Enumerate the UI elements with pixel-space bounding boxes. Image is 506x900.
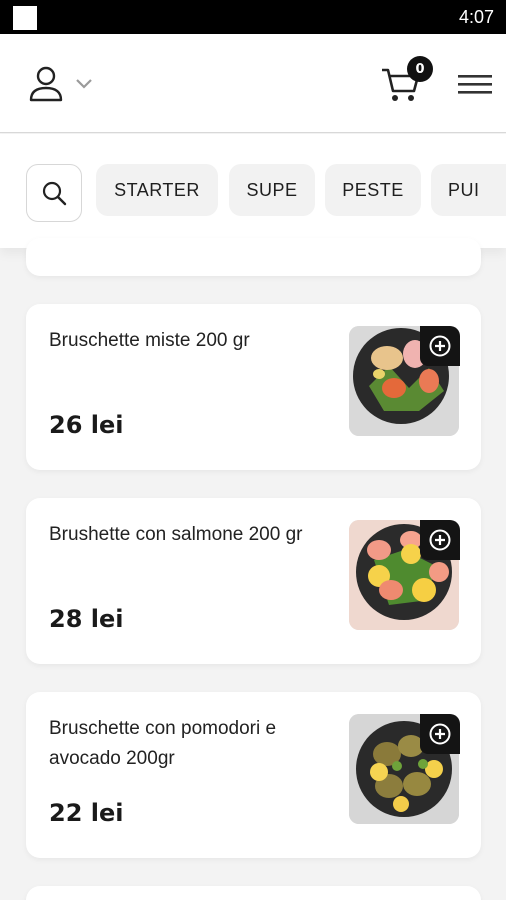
product-name: Brushette con salmone 200 gr [49,524,303,545]
product-card[interactable] [26,238,481,276]
cart-count-badge: 0 [407,56,433,82]
add-to-cart-button[interactable] [420,714,460,754]
user-account-button[interactable] [26,64,66,104]
account-dropdown-toggle[interactable] [74,76,94,90]
category-chip-peste[interactable]: PESTE [325,164,421,216]
menu-button[interactable] [456,72,494,96]
notification-icon [13,6,37,30]
status-bar: 4:07 [0,0,506,34]
product-card[interactable]: Bruschette con pomodori e avocado 200gr … [26,692,481,858]
product-name: Bruschette con pomodori e avocado 200gr [49,718,277,769]
product-card[interactable]: Bruschette miste 200 gr 26 lei [26,304,481,470]
add-to-cart-button[interactable] [420,520,460,560]
hamburger-menu-icon [458,75,492,94]
product-name: Bruschette miste 200 gr [49,330,250,351]
product-price: 28 lei [49,605,124,633]
plus-circle-icon [429,529,451,551]
plus-circle-icon [429,723,451,745]
category-bar: STARTER SUPE PESTE PUI [0,134,506,248]
category-chip-pui[interactable]: PUI [431,164,506,216]
category-chip-starter[interactable]: STARTER [96,164,218,216]
app-header: 0 [0,34,506,133]
product-price: 26 lei [49,411,124,439]
search-button[interactable] [26,164,82,222]
add-to-cart-button[interactable] [420,326,460,366]
product-price: 22 lei [49,799,124,827]
product-card[interactable]: Brushette con salmone 200 gr 28 lei [26,498,481,664]
chevron-down-icon [76,79,92,89]
status-time: 4:07 [458,7,494,27]
user-icon [29,66,63,102]
category-chip-supe[interactable]: SUPE [229,164,315,216]
search-icon [42,181,67,206]
product-card[interactable] [26,886,481,900]
plus-circle-icon [429,335,451,357]
